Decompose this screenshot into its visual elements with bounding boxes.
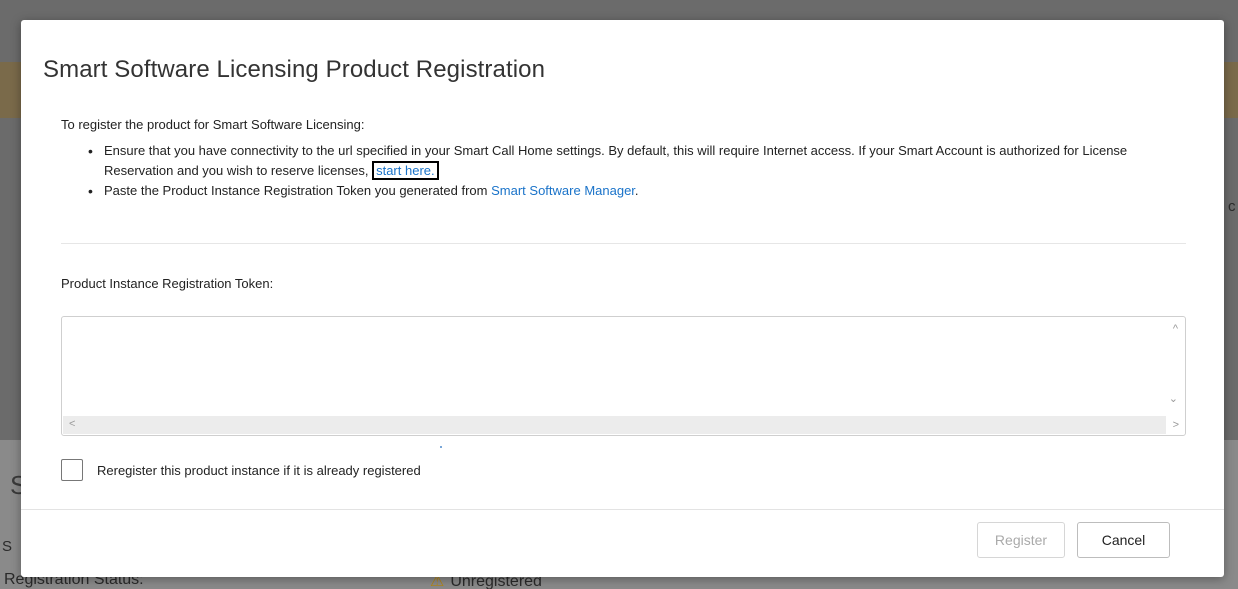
footer-divider xyxy=(21,509,1224,510)
token-textarea[interactable] xyxy=(62,317,1167,415)
focus-dot xyxy=(440,446,442,448)
section-divider xyxy=(61,243,1186,244)
intro-text: To register the product for Smart Softwa… xyxy=(61,117,365,132)
background-subheading-fragment: S xyxy=(2,538,13,555)
dialog-title: Smart Software Licensing Product Registr… xyxy=(43,56,546,83)
scroll-right-icon[interactable]: > xyxy=(1173,420,1179,431)
instructions-list: Ensure that you have connectivity to the… xyxy=(86,141,1196,201)
registration-dialog: Smart Software Licensing Product Registr… xyxy=(21,20,1224,577)
token-field-container: ^ ⌄ < > xyxy=(61,316,1186,436)
paste-token-text: Paste the Product Instance Registration … xyxy=(104,183,488,198)
smart-software-manager-link[interactable]: Smart Software Manager xyxy=(491,183,635,198)
vertical-scrollbar[interactable]: ^ ⌄ xyxy=(1166,318,1184,416)
instruction-connectivity: Ensure that you have connectivity to the… xyxy=(86,141,1196,181)
scroll-down-icon[interactable]: ⌄ xyxy=(1169,394,1178,405)
connectivity-text: Ensure that you have connectivity to the… xyxy=(104,143,1128,178)
reregister-label: Reregister this product instance if it i… xyxy=(97,462,421,478)
horizontal-scrollbar[interactable]: < xyxy=(63,416,1167,434)
scroll-up-icon[interactable]: ^ xyxy=(1173,324,1178,335)
register-button[interactable]: Register xyxy=(977,522,1065,558)
scroll-left-icon[interactable]: < xyxy=(69,419,75,430)
instruction-paste-token: Paste the Product Instance Registration … xyxy=(86,181,1196,201)
reregister-checkbox[interactable] xyxy=(61,459,83,481)
cancel-button[interactable]: Cancel xyxy=(1077,522,1170,558)
token-label: Product Instance Registration Token: xyxy=(61,276,274,291)
background-right-fragment: c xyxy=(1228,198,1236,215)
reregister-option[interactable]: Reregister this product instance if it i… xyxy=(61,459,421,481)
start-here-link[interactable]: start here. xyxy=(372,161,439,180)
scrollbar-corner: > xyxy=(1166,416,1184,434)
paste-token-suffix: . xyxy=(634,183,639,198)
